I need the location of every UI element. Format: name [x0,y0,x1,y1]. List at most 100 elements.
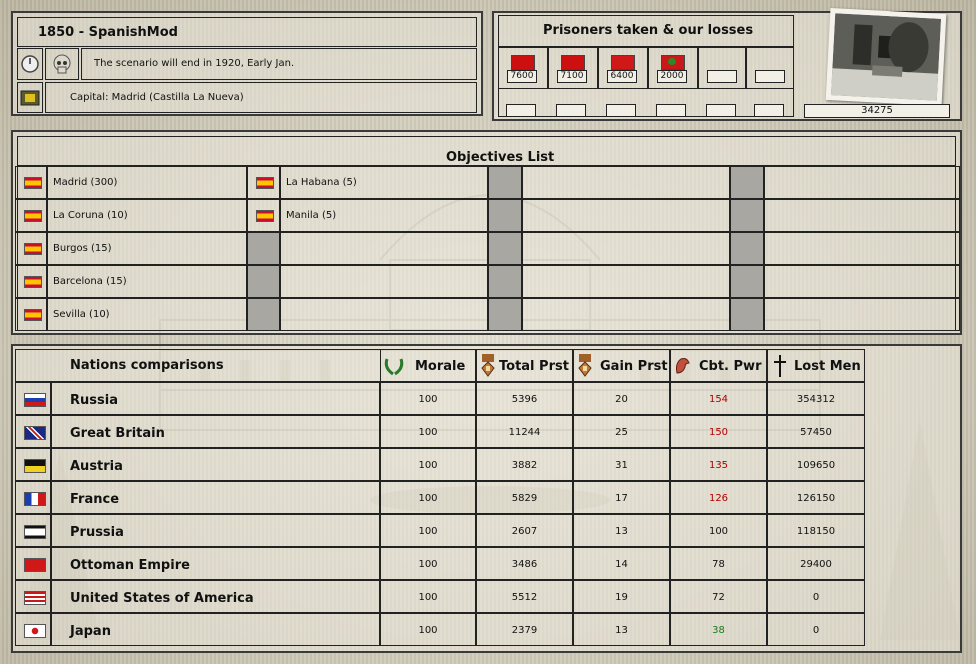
spain-flag-icon [24,309,42,321]
lost-men-value-cell: 57450 [767,415,865,448]
total-prst-header-label: Total Prst [499,359,569,374]
morale-value-cell: 100 [380,580,476,613]
objective-label[interactable]: Sevilla (10) [53,309,110,320]
nation-name-cell[interactable]: United States of America [51,580,380,613]
objective-label-cell [522,199,730,232]
objective-flag-cell [488,199,522,232]
total-prst-value-cell: 5829 [476,481,573,514]
lost-men-value-cell: 0 [767,613,865,646]
japan-flag-icon [24,624,46,638]
loss-value-4 [656,104,686,117]
gain-prst-value: 31 [615,460,628,471]
cbt-pwr-value: 38 [712,625,725,636]
nation-name-cell[interactable]: Ottoman Empire [51,547,380,580]
nation-name-cell[interactable]: Austria [51,448,380,481]
nation-name: Austria [70,459,123,474]
nation-name: Japan [70,624,111,639]
cbt-pwr-value-cell: 100 [670,514,767,547]
morale-header: Morale [380,349,476,382]
prisoner-value-1: 7600 [507,70,537,83]
nation-name-cell[interactable]: Russia [51,382,380,415]
total-prst-value: 2379 [511,625,538,636]
prisoners-title-cell: Prisoners taken & our losses [498,15,794,47]
lost-men-value: 29400 [800,559,832,570]
uk-flag-icon [24,426,46,440]
cbt-pwr-value-cell: 78 [670,547,767,580]
objectives-title-cell: Objectives List [17,136,956,166]
cbt-pwr-header: Cbt. Pwr [670,349,767,382]
objective-label-cell: La Habana (5) [280,166,488,199]
ottoman-flag-icon [24,558,46,572]
objective-label-cell [764,199,960,232]
objective-label-cell [764,298,960,331]
objective-label-cell: Barcelona (15) [47,265,247,298]
objective-label[interactable]: Burgos (15) [53,243,112,254]
objective-label-cell [280,298,488,331]
morale-value: 100 [418,625,438,636]
nation-name-cell[interactable]: France [51,481,380,514]
spain-flag-icon [256,177,274,189]
nation-name-cell[interactable]: Great Britain [51,415,380,448]
objective-label-cell [522,166,730,199]
morale-value: 100 [418,493,438,504]
cbt-pwr-value: 72 [712,592,725,603]
total-prst-value-cell: 11244 [476,415,573,448]
morale-value-cell: 100 [380,448,476,481]
cbt-pwr-value-cell: 150 [670,415,767,448]
nation-name: Russia [70,393,118,408]
nation-name: France [70,492,120,507]
nation-flag-cell [15,613,51,646]
spain-flag-icon [24,276,42,288]
nation-name: Great Britain [70,426,165,441]
objective-label[interactable]: Barcelona (15) [53,276,127,287]
nation-name-cell[interactable]: Prussia [51,514,380,547]
nation-name: United States of America [70,591,254,606]
objective-label[interactable]: La Coruna (10) [53,210,128,221]
prisoners-total: 34275 [804,104,950,118]
objective-flag-cell [730,232,764,265]
morale-value: 100 [418,394,438,405]
objective-label[interactable]: La Habana (5) [286,177,357,188]
prisoner-cell-1: 7600 [498,47,548,89]
objective-label-cell [280,232,488,265]
objective-flag-cell [488,265,522,298]
total-prst-value-cell: 2379 [476,613,573,646]
usa-flag-icon [24,591,46,605]
total-prst-value: 5512 [511,592,538,603]
nation-name: Prussia [70,525,124,540]
scenario-end-text: The scenario will end in 1920, Early Jan… [94,58,295,69]
total-prst-value: 5396 [511,394,538,405]
morale-value-cell: 100 [380,382,476,415]
objective-label[interactable]: Madrid (300) [53,177,117,188]
prisoners-title: Prisoners taken & our losses [543,23,754,38]
loss-value-2 [556,104,586,117]
capital-icon-cell [17,82,43,113]
objective-flag-cell [730,265,764,298]
prisoner-value-4: 2000 [657,70,687,83]
nation-flag-cell [15,448,51,481]
gain-prst-value-cell: 17 [573,481,670,514]
spain-flag-icon [256,210,274,222]
nation-name-cell[interactable]: Japan [51,613,380,646]
prussia-flag-icon [24,525,46,539]
total-prst-value: 3486 [511,559,538,570]
objective-flag-cell [247,166,280,199]
prisoners-panel: Prisoners taken & our losses 7600 7100 6… [492,8,962,121]
lost-men-value-cell: 118150 [767,514,865,547]
morale-value-cell: 100 [380,613,476,646]
objective-label-cell: Burgos (15) [47,232,247,265]
gain-prst-value-cell: 19 [573,580,670,613]
objective-label[interactable]: Manila (5) [286,210,336,221]
objective-flag-cell [247,199,280,232]
objective-flag-cell [488,166,522,199]
objective-flag-cell [247,265,280,298]
objective-label-cell [522,265,730,298]
scenario-end-cell: The scenario will end in 1920, Early Jan… [81,48,477,80]
cbt-pwr-value-cell: 126 [670,481,767,514]
green-unit-icon [661,55,685,70]
objective-label-cell [764,265,960,298]
morale-value: 100 [418,559,438,570]
morale-value-cell: 100 [380,514,476,547]
lost-men-value: 0 [812,592,820,603]
clock-icon [21,55,39,73]
